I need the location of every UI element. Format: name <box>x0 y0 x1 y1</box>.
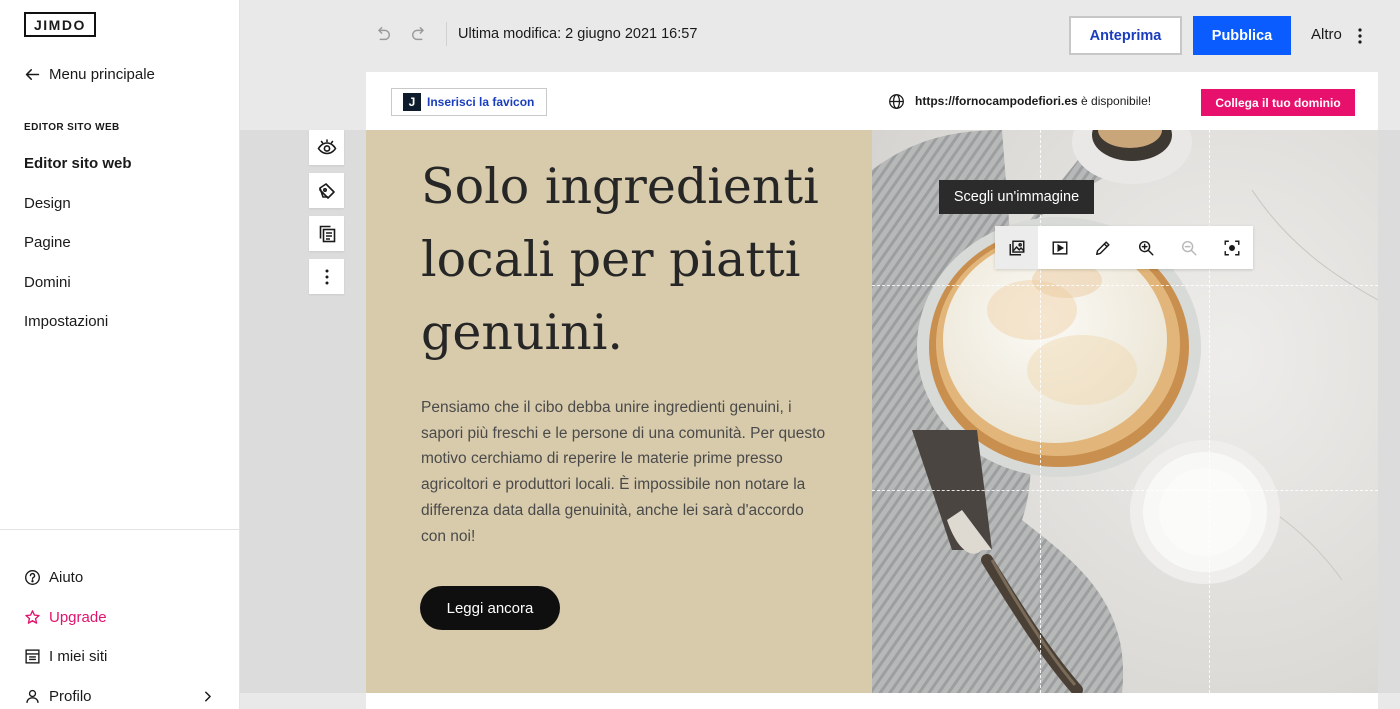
hero-image[interactable] <box>872 130 1378 693</box>
focus-point-button[interactable] <box>1210 226 1253 269</box>
play-icon <box>1052 240 1067 255</box>
last-modified: Ultima modifica: 2 giugno 2021 16:57 <box>458 26 698 42</box>
image-icon <box>1009 240 1024 255</box>
zoom-in-button[interactable] <box>1124 226 1167 269</box>
redo-icon[interactable] <box>410 25 428 43</box>
image-grid-line <box>1040 130 1041 693</box>
publish-button[interactable]: Pubblica <box>1193 16 1291 55</box>
hero-paragraph[interactable]: Pensiamo che il cibo debba unire ingredi… <box>421 395 831 549</box>
editor-topbar: Ultima modifica: 2 giugno 2021 16:57 Ant… <box>240 0 1400 72</box>
pie-photo <box>872 130 1378 693</box>
site-header-bar: J Inserisci la favicon https://fornocamp… <box>366 72 1378 130</box>
sidebar-nav: Editor sito web Design Pagine Domini Imp… <box>24 154 132 352</box>
upgrade-label: Upgrade <box>49 608 107 626</box>
help-label: Aiuto <box>49 569 84 587</box>
section-title: EDITOR SITO WEB <box>24 122 120 133</box>
choose-image-tooltip: Scegli un'immagine <box>939 180 1094 214</box>
duplicate-block-tool[interactable] <box>309 216 344 251</box>
image-grid-line <box>872 285 1378 286</box>
back-to-main-menu[interactable]: Menu principale <box>24 66 155 83</box>
video-button[interactable] <box>1038 226 1081 269</box>
upgrade-link[interactable]: Upgrade <box>24 598 216 638</box>
image-grid-line <box>872 490 1378 491</box>
hero-text-panel: Solo ingredienti locali per piatti genui… <box>366 130 872 693</box>
sidebar-item-editor[interactable]: Editor sito web <box>24 154 132 194</box>
favicon-label: Inserisci la favicon <box>427 95 535 109</box>
zoom-in-icon <box>1138 240 1153 255</box>
visibility-tool[interactable] <box>309 130 344 165</box>
image-grid-line <box>1209 130 1210 693</box>
domain-availability-suffix: è disponibile! <box>1077 94 1152 108</box>
favicon-placeholder: J <box>403 93 421 111</box>
toolbar-separator <box>446 22 447 46</box>
domain-name: https://fornocampodefiori.es <box>915 94 1078 108</box>
sidebar-item-pages[interactable]: Pagine <box>24 233 132 273</box>
image-toolbar <box>995 226 1253 269</box>
star-icon <box>25 609 40 624</box>
read-more-button[interactable]: Leggi ancora <box>420 586 560 630</box>
more-vertical-icon <box>325 269 328 284</box>
sidebar: JIMDO Menu principale EDITOR SITO WEB Ed… <box>0 0 240 709</box>
profile-link[interactable]: Profilo <box>24 677 216 709</box>
preview-button[interactable]: Anteprima <box>1069 16 1182 55</box>
sidebar-item-design[interactable]: Design <box>24 194 132 234</box>
help-link[interactable]: Aiuto <box>24 558 216 598</box>
zoom-out-icon <box>1181 240 1196 255</box>
paint-bucket-icon <box>318 182 335 199</box>
focus-icon <box>1224 240 1239 255</box>
pencil-icon <box>1095 240 1110 255</box>
insert-favicon-button[interactable]: J Inserisci la favicon <box>391 88 548 116</box>
sidebar-bottom-nav: Aiuto Upgrade I miei siti Profilo <box>24 558 216 709</box>
next-section-edge <box>366 693 1378 709</box>
copy-icon <box>319 225 335 242</box>
undo-icon[interactable] <box>374 25 392 43</box>
profile-label: Profilo <box>49 687 92 705</box>
arrow-left-icon <box>25 69 40 80</box>
domain-availability: https://fornocampodefiori.es è disponibi… <box>915 94 1151 108</box>
jimdo-logo[interactable]: JIMDO <box>24 12 96 37</box>
sidebar-item-settings[interactable]: Impostazioni <box>24 312 132 352</box>
globe-icon <box>889 94 904 109</box>
user-icon <box>26 689 39 703</box>
connect-domain-button[interactable]: Collega il tuo dominio <box>1201 89 1355 116</box>
sidebar-divider <box>0 529 240 530</box>
sidebar-item-domains[interactable]: Domini <box>24 273 132 313</box>
choose-image-button[interactable] <box>995 226 1038 269</box>
zoom-out-button[interactable] <box>1167 226 1210 269</box>
hero-title[interactable]: Solo ingredienti locali per piatti genui… <box>421 150 841 369</box>
back-label: Menu principale <box>49 66 155 83</box>
eye-icon <box>317 138 336 154</box>
block-more-tool[interactable] <box>309 259 344 294</box>
list-icon <box>25 649 40 664</box>
my-sites-label: I miei siti <box>49 648 108 666</box>
chevron-right-icon <box>205 691 211 702</box>
edit-image-button[interactable] <box>1081 226 1124 269</box>
block-style-tool[interactable] <box>309 173 344 208</box>
block-tools <box>309 130 344 302</box>
more-menu-label[interactable]: Altro <box>1311 26 1342 43</box>
help-icon <box>25 570 40 586</box>
my-sites-link[interactable]: I miei siti <box>24 637 216 677</box>
more-vertical-icon[interactable] <box>1357 27 1363 45</box>
